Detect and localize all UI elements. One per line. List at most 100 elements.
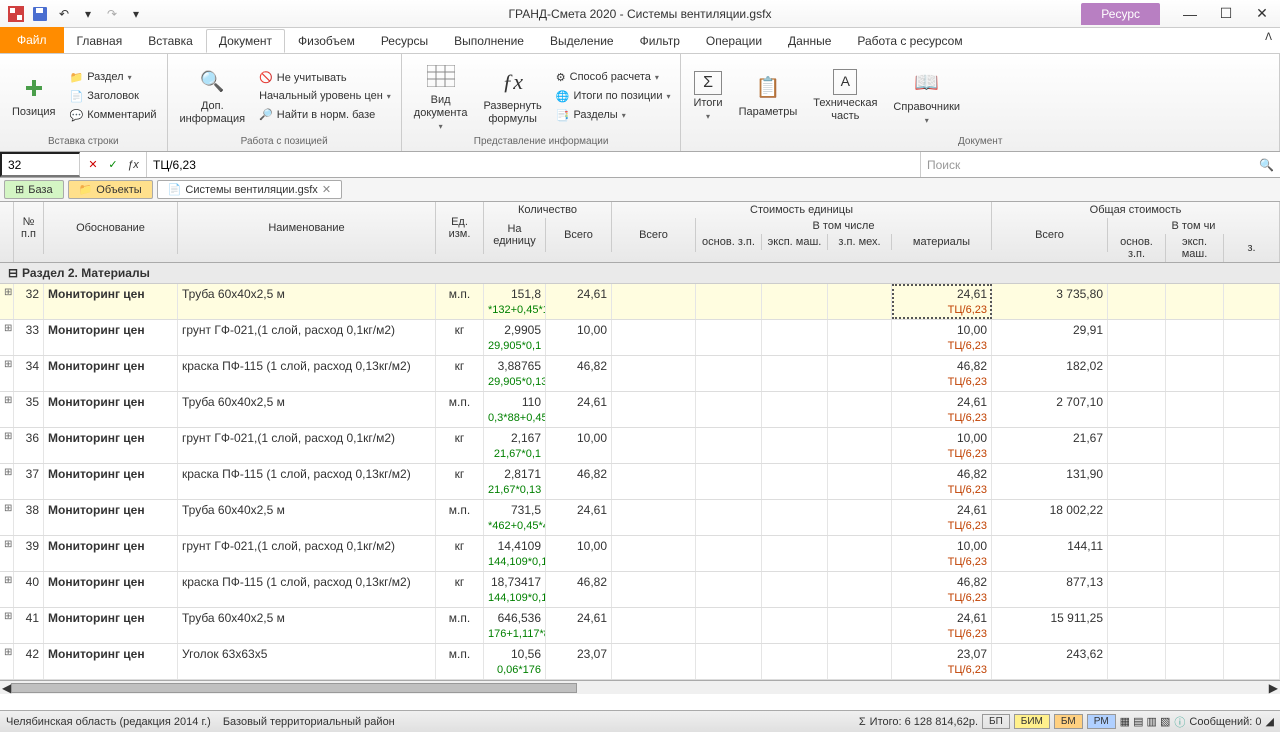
cell-obos[interactable]: Мониторинг цен [44, 356, 178, 391]
cell-name[interactable]: грунт ГФ-021,(1 слой, расход 0,1кг/м2) [178, 536, 436, 571]
cell-os-ozp[interactable] [1108, 428, 1166, 463]
cell-os-em[interactable] [1166, 284, 1224, 319]
cell-materials[interactable]: 46,82 ТЦ/6,23 [892, 572, 992, 607]
cell-os-em[interactable] [1166, 356, 1224, 391]
cell-os-em[interactable] [1166, 464, 1224, 499]
cell-os-em[interactable] [1166, 572, 1224, 607]
position-button[interactable]: Позиция [6, 58, 62, 134]
cell-rest[interactable] [1224, 464, 1280, 499]
zagolovok-button[interactable]: 📄Заголовок [66, 88, 161, 105]
layout-icons[interactable]: ▦ ▤ ▥ ▧ [1120, 715, 1171, 728]
cell-total[interactable]: 182,02 [992, 356, 1108, 391]
naiti-norm-button[interactable]: 🔎Найти в норм. базе [255, 106, 395, 123]
table-row[interactable]: ⊞ 32 Мониторинг цен Труба 60х40х2,5 м м.… [0, 284, 1280, 320]
spravochniki-button[interactable]: 📖 Справочники [887, 58, 966, 134]
cell-rest[interactable] [1224, 392, 1280, 427]
cell-qty-na[interactable]: 10,56 0,06*176 [484, 644, 546, 679]
cell-em[interactable] [762, 392, 828, 427]
parametry-button[interactable]: 📋 Параметры [733, 58, 804, 134]
cell-num[interactable]: 39 [14, 536, 44, 571]
cell-os-em[interactable] [1166, 320, 1224, 355]
cell-total[interactable]: 18 002,22 [992, 500, 1108, 535]
cell-total[interactable]: 877,13 [992, 572, 1108, 607]
cell-em[interactable] [762, 572, 828, 607]
cell-em[interactable] [762, 644, 828, 679]
cell-os-ozp[interactable] [1108, 392, 1166, 427]
badge-bp[interactable]: БП [982, 714, 1010, 729]
cell-os-ozp[interactable] [1108, 572, 1166, 607]
expand-row-icon[interactable]: ⊞ [0, 320, 14, 355]
cell-ed[interactable]: кг [436, 356, 484, 391]
cell-num[interactable]: 41 [14, 608, 44, 643]
minimize-button[interactable]: — [1172, 2, 1208, 26]
cell-qty-vsego[interactable]: 46,82 [546, 464, 612, 499]
col-se[interactable]: Стоимость единицы [612, 202, 992, 218]
cell-total[interactable]: 131,90 [992, 464, 1108, 499]
itogi-button[interactable]: Σ Итоги [687, 58, 728, 134]
dop-info-button[interactable]: 🔍 Доп. информация [174, 58, 252, 134]
col-em[interactable]: эксп. маш. [762, 234, 828, 250]
tab-filtr[interactable]: Фильтр [627, 29, 693, 53]
cell-obos[interactable]: Мониторинг цен [44, 536, 178, 571]
cell-se-vsego[interactable] [612, 644, 696, 679]
col-ed[interactable]: Ед. изм. [436, 202, 484, 254]
cell-obos[interactable]: Мониторинг цен [44, 320, 178, 355]
horizontal-scrollbar[interactable]: ◀ ▶ [0, 680, 1280, 694]
razdely-button[interactable]: 📑Разделы [552, 107, 675, 124]
cell-zpm[interactable] [828, 284, 892, 319]
cell-materials[interactable]: 10,00 ТЦ/6,23 [892, 428, 992, 463]
cell-reference-input[interactable] [0, 152, 80, 177]
cell-ed[interactable]: кг [436, 428, 484, 463]
formula-input[interactable] [147, 152, 920, 177]
cell-materials[interactable]: 24,61 ТЦ/6,23 [892, 608, 992, 643]
expand-row-icon[interactable]: ⊞ [0, 608, 14, 643]
col-qty-na[interactable]: На единицу [484, 218, 546, 252]
cell-qty-na[interactable]: 2,9905 29,905*0,1 [484, 320, 546, 355]
cell-materials[interactable]: 10,00 ТЦ/6,23 [892, 536, 992, 571]
cell-total[interactable]: 15 911,25 [992, 608, 1108, 643]
collapse-section-icon[interactable]: ⊟ [8, 266, 18, 280]
col-os[interactable]: Общая стоимость [992, 202, 1280, 218]
cell-em[interactable] [762, 356, 828, 391]
maximize-button[interactable]: ☐ [1208, 2, 1244, 26]
cell-qty-na[interactable]: 14,4109 144,109*0,1 [484, 536, 546, 571]
cell-total[interactable]: 21,67 [992, 428, 1108, 463]
cell-obos[interactable]: Мониторинг цен [44, 644, 178, 679]
cell-qty-na[interactable]: 731,5 *462+0,45*462+2,5*154 [484, 500, 546, 535]
fx-button-icon[interactable]: ƒx [124, 159, 142, 171]
col-os-ozp[interactable]: основ. з.п. [1108, 234, 1166, 262]
cell-zpm[interactable] [828, 644, 892, 679]
cell-name[interactable]: Труба 60х40х2,5 м [178, 392, 436, 427]
cell-obos[interactable]: Мониторинг цен [44, 464, 178, 499]
kommentariy-button[interactable]: 💬Комментарий [66, 107, 161, 124]
cell-os-ozp[interactable] [1108, 500, 1166, 535]
cell-qty-vsego[interactable]: 24,61 [546, 500, 612, 535]
tab-rabota-s-resursom[interactable]: Работа с ресурсом [844, 29, 975, 53]
cell-total[interactable]: 2 707,10 [992, 392, 1108, 427]
cell-name[interactable]: краска ПФ-115 (1 слой, расход 0,13кг/м2) [178, 356, 436, 391]
tab-file[interactable]: Файл [0, 27, 64, 53]
cell-obos[interactable]: Мониторинг цен [44, 608, 178, 643]
cell-zpm[interactable] [828, 536, 892, 571]
cell-name[interactable]: грунт ГФ-021,(1 слой, расход 0,1кг/м2) [178, 428, 436, 463]
col-se-vsego[interactable]: Всего [612, 218, 696, 252]
vid-dokumenta-button[interactable]: Вид документа [408, 58, 474, 134]
qat-dropdown2-icon[interactable]: ▾ [126, 4, 146, 24]
cell-obos[interactable]: Мониторинг цен [44, 428, 178, 463]
col-qty-vsego[interactable]: Всего [546, 218, 612, 252]
cell-qty-vsego[interactable]: 10,00 [546, 428, 612, 463]
cell-total[interactable]: 3 735,80 [992, 284, 1108, 319]
cell-em[interactable] [762, 428, 828, 463]
cell-em[interactable] [762, 320, 828, 355]
cell-num[interactable]: 33 [14, 320, 44, 355]
table-row[interactable]: ⊞ 35 Мониторинг цен Труба 60х40х2,5 м м.… [0, 392, 1280, 428]
tab-fizobem[interactable]: Физобъем [285, 29, 368, 53]
cell-qty-na[interactable]: 18,73417 144,109*0,13 [484, 572, 546, 607]
cell-rest[interactable] [1224, 536, 1280, 571]
cell-ozp[interactable] [696, 392, 762, 427]
tech-chast-button[interactable]: A Техническая часть [807, 58, 883, 134]
cell-ed[interactable]: кг [436, 572, 484, 607]
close-button[interactable]: ✕ [1244, 2, 1280, 26]
col-os-vsego[interactable]: Всего [992, 218, 1108, 252]
tab-resursy[interactable]: Ресурсы [368, 29, 441, 53]
